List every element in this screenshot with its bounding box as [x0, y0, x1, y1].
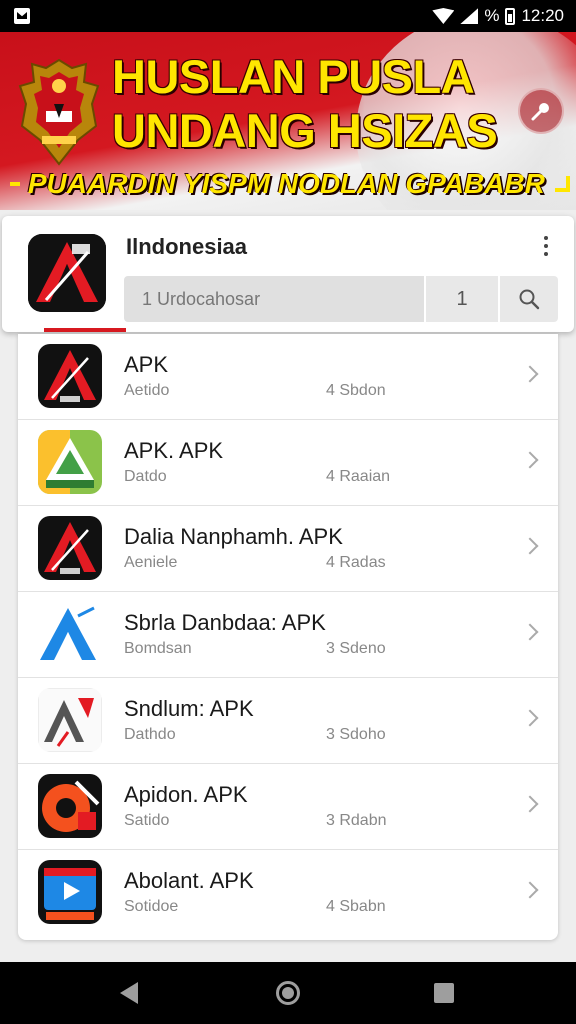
app-meta: 4 Raaian [326, 468, 391, 485]
banner-title: HUSLAN PUSLA UNDANG HSIZAS [112, 50, 512, 158]
app-icon [38, 516, 102, 580]
app-icon [38, 430, 102, 494]
app-subtitle: Dathdo [124, 726, 176, 743]
banner-title-line2: UNDANG HSIZAS [112, 104, 498, 157]
app-title: APK. APK [124, 438, 224, 463]
app-icon [38, 688, 102, 752]
app-title: Abolant. APK [124, 868, 254, 893]
chevron-right-icon [521, 623, 539, 641]
app-subtitle: Satido [124, 812, 170, 829]
chevron-right-icon [521, 451, 539, 469]
battery-icon [505, 7, 516, 25]
chevron-right-icon [521, 537, 539, 555]
app-list-item[interactable]: Dalia Nanphamh. APK Aeniele 4 Radas [18, 506, 558, 592]
battery-text: % [484, 6, 500, 25]
red-a-logo-icon [38, 344, 102, 408]
app-meta: 4 Radas [326, 554, 386, 571]
app-meta: 3 Sdeno [326, 640, 386, 657]
app-subtitle: Bomdsan [124, 640, 192, 657]
back-icon[interactable] [120, 982, 138, 1004]
app-subtitle: Aetido [124, 382, 170, 399]
app-list-item[interactable]: Abolant. APK Sotidoe 4 Sbabn [18, 850, 558, 936]
app-meta: 3 Sdoho [326, 726, 386, 743]
app-list-item[interactable]: APK Aetido 4 Sbdon [18, 334, 558, 420]
app-icon [38, 774, 102, 838]
chevron-right-icon [521, 365, 539, 383]
active-tab-indicator [44, 328, 126, 332]
app-list-item[interactable]: Sndlum: APK Dathdo 3 Sdoho [18, 678, 558, 764]
orange-circle-logo-icon [38, 774, 102, 838]
header-banner: HUSLAN PUSLA UNDANG HSIZAS PUAARDIN YISP… [0, 32, 576, 210]
subtitle-dash [10, 182, 20, 186]
app-list-item[interactable]: Sbrla Danbdaa: APK Bomdsan 3 Sdeno [18, 592, 558, 678]
search-count: 1 [426, 276, 498, 322]
app-meta: 3 Rdabn [326, 812, 387, 829]
red-a-logo-icon [28, 234, 106, 312]
card-title: Ilndonesiaa [126, 234, 248, 259]
app-subtitle: Sotidoe [124, 898, 179, 915]
status-icons: % 12:20 [432, 6, 564, 26]
home-icon[interactable] [276, 981, 300, 1005]
banner-subtitle-row: PUAARDIN YISPM NODLAN GPABABR [10, 166, 570, 202]
clock: 12:20 [521, 6, 564, 25]
app-icon [38, 602, 102, 666]
search-button[interactable] [500, 276, 558, 322]
app-list-item[interactable]: Apidon. APK Satido 3 Rdabn [18, 764, 558, 850]
app-icon [38, 860, 102, 924]
navigation-bar [0, 962, 576, 1024]
app-list: APK Aetido 4 Sbdon APK. APK Datdo 4 Raaian Dal… [18, 334, 558, 940]
green-triangle-logo-icon [38, 430, 102, 494]
app-title: Sndlum: APK [124, 696, 254, 721]
blue-a-logo-icon [38, 602, 102, 666]
banner-subtitle: PUAARDIN YISPM NODLAN GPABABR [27, 168, 545, 199]
garuda-emblem-icon [18, 58, 100, 166]
chevron-right-icon [521, 881, 539, 899]
red-a-logo-icon [38, 516, 102, 580]
search-icon [519, 289, 540, 310]
app-icon [38, 344, 102, 408]
app-meta: 4 Sbdon [326, 382, 386, 399]
app-title: Sbrla Danbdaa: APK [124, 610, 326, 635]
banner-pin-button[interactable] [518, 88, 564, 134]
app-title: Apidon. APK [124, 782, 248, 807]
search-card: Ilndonesiaa 1 Urdocahosar 1 [2, 216, 574, 332]
play-video-logo-icon [38, 860, 102, 924]
app-subtitle: Aeniele [124, 554, 178, 571]
wifi-icon [432, 8, 455, 24]
signal-icon [460, 8, 479, 24]
chevron-right-icon [521, 795, 539, 813]
subtitle-arrow-icon [554, 176, 570, 192]
app-title: Dalia Nanphamh. APK [124, 524, 343, 549]
app-logo [28, 234, 106, 312]
banner-title-line1: HUSLAN PUSLA [112, 50, 475, 103]
app-meta: 4 Sbabn [326, 898, 386, 915]
search-input[interactable]: 1 Urdocahosar [124, 276, 424, 322]
white-a-logo-icon [38, 688, 102, 752]
overflow-menu-icon[interactable] [542, 236, 550, 256]
app-subtitle: Datdo [124, 468, 167, 485]
chevron-right-icon [521, 709, 539, 727]
app-list-item[interactable]: APK. APK Datdo 4 Raaian [18, 420, 558, 506]
notification-icon [14, 8, 30, 24]
pin-icon [531, 103, 549, 121]
status-bar: % 12:20 [0, 0, 576, 32]
app-title: APK [124, 352, 169, 377]
recents-icon[interactable] [434, 983, 454, 1003]
